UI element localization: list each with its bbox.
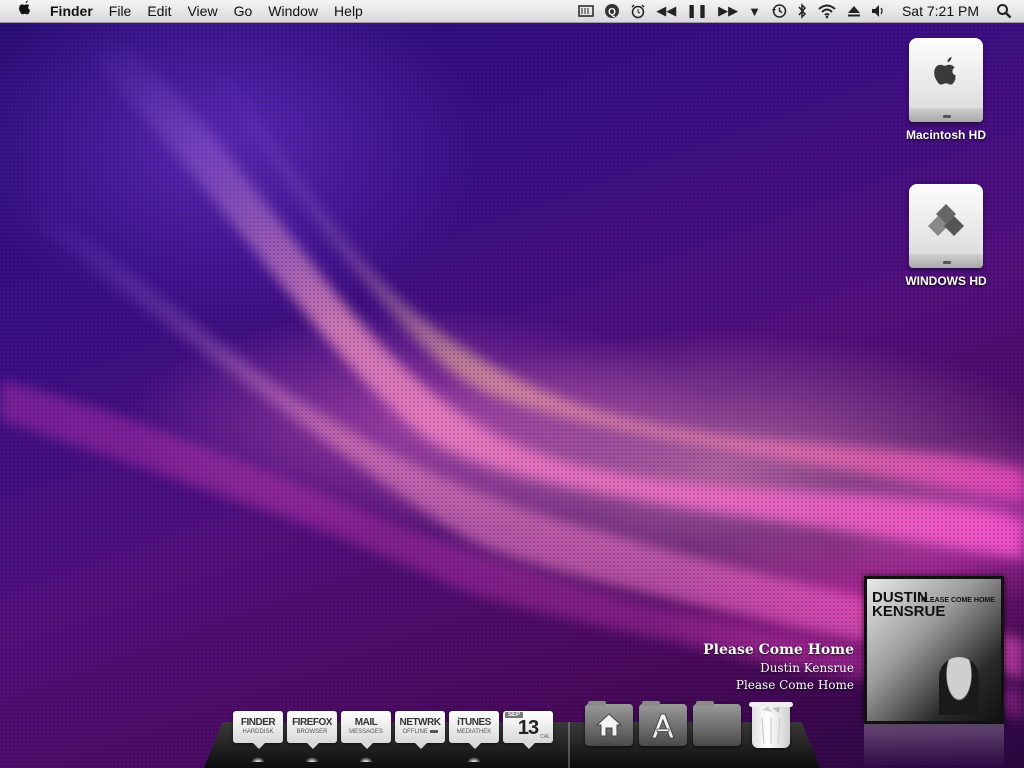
dropdown-icon[interactable]: ▼ [743,0,766,22]
calendar-month: SEP [505,712,524,718]
dock-calendar[interactable]: SEP 13 CAL [503,711,553,749]
volume-icon[interactable] [866,0,892,22]
menu-file[interactable]: File [101,0,140,22]
menu-window[interactable]: Window [260,0,326,22]
trash-contents-icon [761,706,781,745]
time-machine-icon[interactable] [766,0,792,22]
album-cover-artist: DUSTIN KENSRUE [872,589,946,620]
dock-divider [568,722,570,768]
menu-view[interactable]: View [179,0,225,22]
tile-title: NETWRK [399,717,441,728]
tile-title: FINDER [240,717,276,728]
menu-extra-icon[interactable] [573,0,599,22]
calendar-label: CAL [540,734,550,740]
menu-finder[interactable]: Finder [42,0,101,22]
album-cover-reflection [864,724,1004,768]
next-track-icon[interactable]: ▶▶ [713,0,743,22]
menu-help[interactable]: Help [326,0,371,22]
apple-icon [19,0,30,15]
applications-folder-icon[interactable] [639,701,687,746]
tile-subtitle: OFFLINE [395,729,445,735]
running-indicator [305,757,319,762]
macintosh-hd-icon[interactable]: Macintosh HD [891,38,1001,142]
tile-subtitle: BROWSER [296,729,328,735]
dock-mail[interactable]: MAIL MESSAGES [341,711,391,749]
tile-title: FIREFOX [292,717,332,728]
now-playing-widget: Please Come Home Dustin Kensrue Please C… [703,642,854,692]
pause-icon[interactable]: ❚❚ [681,0,713,22]
now-playing-title: Please Come Home [703,642,854,658]
album-cover-title: PLEASE COME HOME [921,597,995,604]
bluetooth-icon[interactable] [792,0,812,22]
svg-text:Q: Q [608,7,616,18]
windows-hd-icon[interactable]: WINDOWS HD [891,184,1001,288]
drive-label: Macintosh HD [905,128,986,142]
wifi-icon[interactable] [812,0,842,22]
menu-go[interactable]: Go [226,0,261,22]
menu-edit[interactable]: Edit [139,0,179,22]
tile-subtitle-text: OFFLINE [402,729,428,735]
running-indicator [359,757,373,762]
album-cover[interactable]: DUSTIN KENSRUE PLEASE COME HOME [864,576,1004,724]
home-folder-icon[interactable] [585,701,633,746]
tile-subtitle: MESSAGES [349,729,383,735]
dock-network[interactable]: NETWRK OFFLINE [395,711,445,749]
apple-logo-icon [934,57,956,85]
tile-title: MAIL [354,717,378,728]
alarm-icon[interactable] [625,0,651,22]
album-cover-photo [939,657,979,715]
documents-folder-icon[interactable] [693,701,741,746]
eject-icon[interactable] [842,0,866,22]
windows-drive-icon [909,184,983,268]
tile-title: iTUNES [457,717,491,728]
drive-label: WINDOWS HD [905,274,987,288]
status-menus: Q ◀◀ ❚❚ ▶▶ ▼ Sat 7:21 PM [573,0,1024,22]
spotlight-icon[interactable] [991,0,1024,22]
apple-drive-icon [909,38,983,122]
bootcamp-logo-icon [928,204,964,236]
dock-itunes[interactable]: iTUNES MEDIATHEK [449,711,499,749]
dock-firefox[interactable]: FIREFOX BROWSER [287,711,337,749]
quicksilver-icon[interactable]: Q [599,0,625,22]
desktop[interactable]: Finder File Edit View Go Window Help Q ◀… [0,0,1024,768]
running-indicator [251,757,265,762]
now-playing-artist: Dustin Kensrue [760,661,854,675]
previous-track-icon[interactable]: ◀◀ [651,0,681,22]
dock-finder[interactable]: FINDER HARDDISK [233,711,283,749]
tile-subtitle: MEDIATHEK [456,729,492,735]
offline-bar-icon [429,729,438,733]
apple-menu[interactable] [0,0,42,22]
menu-clock[interactable]: Sat 7:21 PM [892,3,991,19]
menu-bar: Finder File Edit View Go Window Help Q ◀… [0,0,1024,23]
trash-icon[interactable] [749,702,793,748]
now-playing-album: Please Come Home [735,678,854,692]
tile-subtitle: HARDDISK [242,729,274,735]
running-indicator [467,757,481,762]
